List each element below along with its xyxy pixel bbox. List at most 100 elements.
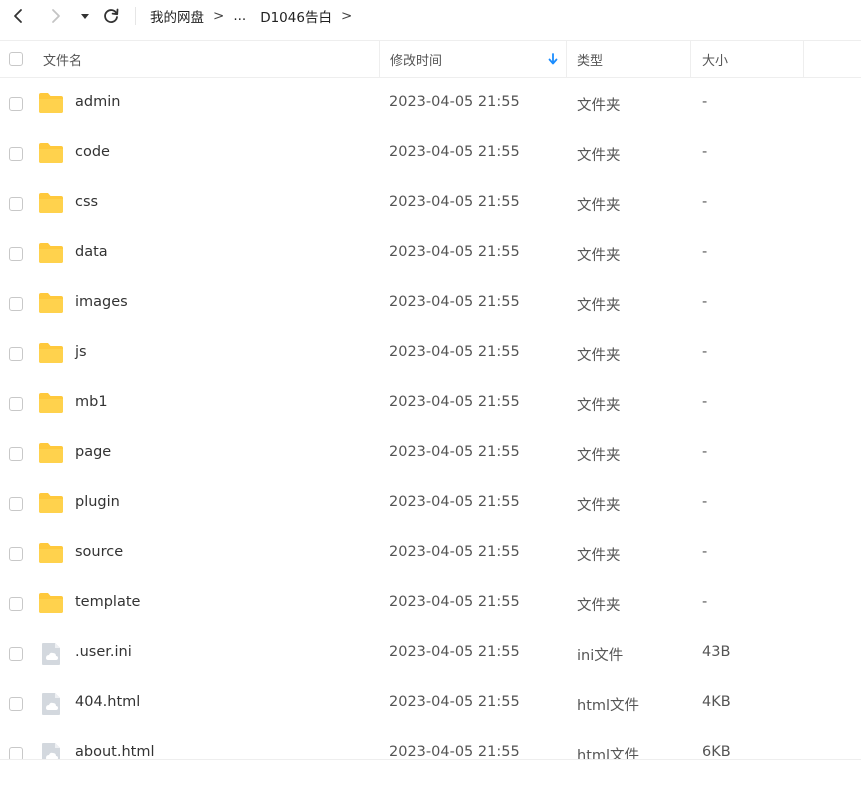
file-type: 文件夹	[577, 198, 621, 214]
file-type: 文件夹	[577, 598, 621, 614]
file-size: -	[702, 244, 708, 260]
file-name[interactable]: plugin	[75, 494, 120, 510]
table-row[interactable]: 404.html 2023-04-05 21:55 html文件 4KB	[0, 679, 861, 729]
file-name[interactable]: about.html	[75, 744, 154, 759]
table-row[interactable]: .user.ini 2023-04-05 21:55 ini文件 43B	[0, 629, 861, 679]
table-row[interactable]: template 2023-04-05 21:55 文件夹 -	[0, 579, 861, 629]
column-header-date-label: 修改时间	[390, 53, 443, 69]
file-name[interactable]: code	[75, 144, 110, 160]
file-modified-date: 2023-04-05 21:55	[389, 444, 520, 460]
file-icon	[38, 742, 64, 759]
table-row[interactable]: about.html 2023-04-05 21:55 html文件 6KB	[0, 729, 861, 759]
table-row[interactable]: images 2023-04-05 21:55 文件夹 -	[0, 279, 861, 329]
breadcrumb-item-current[interactable]: D1046告白	[260, 6, 332, 26]
row-checkbox[interactable]	[9, 197, 23, 211]
row-checkbox[interactable]	[9, 347, 23, 361]
column-header-type[interactable]: 类型	[566, 41, 690, 77]
breadcrumb-separator: >	[213, 8, 225, 24]
file-name[interactable]: 404.html	[75, 694, 140, 710]
row-checkbox[interactable]	[9, 597, 23, 611]
table-row[interactable]: page 2023-04-05 21:55 文件夹 -	[0, 429, 861, 479]
file-modified-date: 2023-04-05 21:55	[389, 244, 520, 260]
table-row[interactable]: plugin 2023-04-05 21:55 文件夹 -	[0, 479, 861, 529]
folder-icon	[38, 592, 64, 616]
column-header-name-label: 文件名	[43, 53, 83, 69]
table-row[interactable]: js 2023-04-05 21:55 文件夹 -	[0, 329, 861, 379]
file-modified-date: 2023-04-05 21:55	[389, 694, 520, 710]
file-type: 文件夹	[577, 548, 621, 564]
file-name[interactable]: page	[75, 444, 111, 460]
table-row[interactable]: source 2023-04-05 21:55 文件夹 -	[0, 529, 861, 579]
row-checkbox[interactable]	[9, 497, 23, 511]
file-name[interactable]: admin	[75, 94, 120, 110]
chevron-left-icon	[14, 9, 22, 23]
table-row[interactable]: admin 2023-04-05 21:55 文件夹 -	[0, 79, 861, 129]
toolbar-divider	[135, 7, 136, 25]
table-header: 文件名 修改时间 类型 大小	[0, 40, 861, 78]
file-name[interactable]: data	[75, 244, 108, 260]
file-modified-date: 2023-04-05 21:55	[389, 594, 520, 610]
row-checkbox[interactable]	[9, 247, 23, 261]
file-type: 文件夹	[577, 248, 621, 264]
file-size: -	[702, 394, 708, 410]
file-name[interactable]: template	[75, 594, 140, 610]
row-checkbox[interactable]	[9, 297, 23, 311]
breadcrumb-separator[interactable]: >	[341, 8, 352, 24]
column-header-date[interactable]: 修改时间	[379, 41, 566, 77]
folder-icon	[38, 242, 64, 266]
file-modified-date: 2023-04-05 21:55	[389, 544, 520, 560]
row-checkbox[interactable]	[9, 547, 23, 561]
table-row[interactable]: mb1 2023-04-05 21:55 文件夹 -	[0, 379, 861, 429]
arrow-down-icon	[548, 53, 558, 65]
file-icon	[38, 692, 64, 716]
file-size: 4KB	[702, 694, 731, 710]
history-dropdown-button[interactable]	[76, 3, 94, 29]
file-type: 文件夹	[577, 448, 621, 464]
file-type: html文件	[577, 748, 640, 759]
row-checkbox[interactable]	[9, 447, 23, 461]
file-name[interactable]: images	[75, 294, 128, 310]
caret-down-icon	[81, 14, 89, 19]
file-name[interactable]: .user.ini	[75, 644, 132, 660]
file-type: 文件夹	[577, 348, 621, 364]
file-icon	[38, 642, 64, 666]
row-checkbox[interactable]	[9, 147, 23, 161]
table-row[interactable]: code 2023-04-05 21:55 文件夹 -	[0, 129, 861, 179]
file-size: -	[702, 444, 708, 460]
row-checkbox[interactable]	[9, 697, 23, 711]
file-modified-date: 2023-04-05 21:55	[389, 94, 520, 110]
file-size: -	[702, 294, 708, 310]
file-type: 文件夹	[577, 498, 621, 514]
column-header-size[interactable]: 大小	[690, 41, 804, 77]
file-type: 文件夹	[577, 148, 621, 164]
folder-icon	[38, 492, 64, 516]
back-button[interactable]	[6, 3, 30, 29]
refresh-button[interactable]	[99, 3, 123, 29]
table-row[interactable]: data 2023-04-05 21:55 文件夹 -	[0, 229, 861, 279]
file-type: 文件夹	[577, 298, 621, 314]
file-size: -	[702, 194, 708, 210]
select-all-checkbox[interactable]	[9, 52, 23, 66]
chevron-right-icon	[52, 9, 60, 23]
breadcrumb-item-root[interactable]: 我的网盘	[150, 6, 204, 26]
folder-icon	[38, 392, 64, 416]
row-checkbox[interactable]	[9, 647, 23, 661]
row-checkbox[interactable]	[9, 97, 23, 111]
column-header-type-label: 类型	[577, 53, 604, 69]
table-row[interactable]: css 2023-04-05 21:55 文件夹 -	[0, 179, 861, 229]
file-name[interactable]: mb1	[75, 394, 108, 410]
column-header-name[interactable]: 文件名	[43, 41, 377, 77]
forward-button[interactable]	[44, 3, 68, 29]
row-checkbox[interactable]	[9, 747, 23, 759]
file-name[interactable]: css	[75, 194, 98, 210]
breadcrumb-item-ellipsis[interactable]: ...	[233, 8, 246, 24]
row-checkbox[interactable]	[9, 397, 23, 411]
file-size: 6KB	[702, 744, 731, 759]
list-bottom-divider	[0, 759, 861, 760]
file-name[interactable]: source	[75, 544, 123, 560]
file-modified-date: 2023-04-05 21:55	[389, 744, 520, 759]
folder-icon	[38, 142, 64, 166]
file-size: 43B	[702, 644, 731, 660]
folder-icon	[38, 342, 64, 366]
file-name[interactable]: js	[75, 344, 87, 360]
